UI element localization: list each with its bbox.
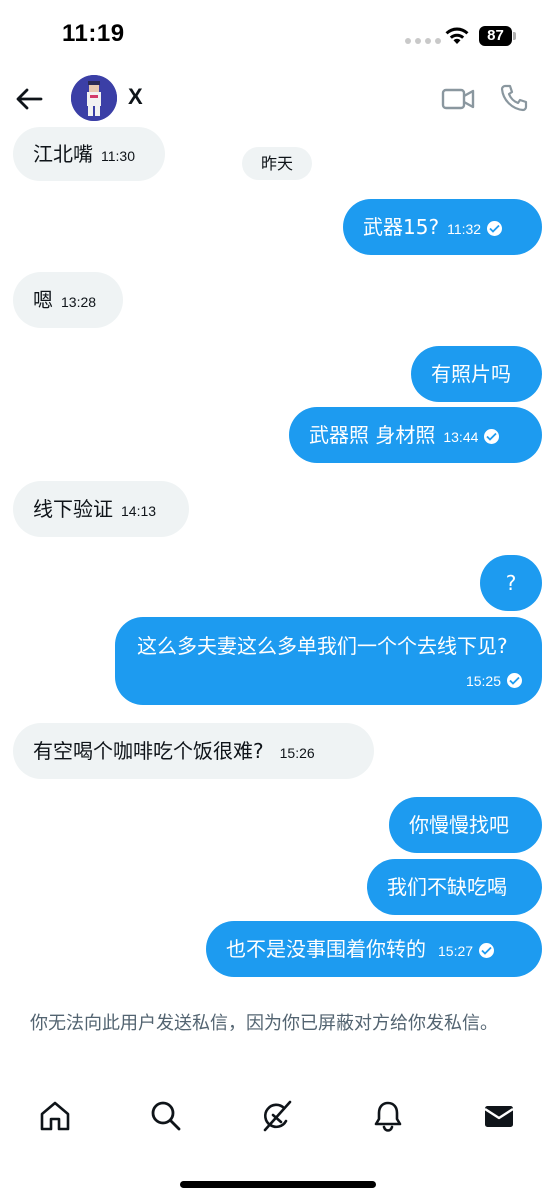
message-text: 江北嘴	[33, 142, 93, 166]
message-incoming[interactable]: 江北嘴 11:30	[13, 127, 165, 181]
phone-call-button[interactable]	[498, 82, 530, 114]
message-outgoing[interactable]: 有照片吗	[411, 346, 542, 402]
message-outgoing[interactable]: 我们不缺吃喝	[367, 859, 542, 915]
date-separator: 昨天	[242, 147, 312, 180]
message-time: 11:30	[101, 148, 135, 164]
nav-messages-button[interactable]	[481, 1098, 517, 1134]
message-text: 线下验证	[33, 497, 113, 521]
read-check-icon	[487, 221, 503, 236]
message-text: 嗯	[33, 288, 53, 312]
message-text: 这么多夫妻这么多单我们一个个去线下见?	[137, 634, 508, 658]
read-check-icon	[479, 943, 495, 958]
message-text: 有空喝个咖啡吃个饭很难?	[33, 739, 264, 763]
message-outgoing[interactable]: 这么多夫妻这么多单我们一个个去线下见? 15:25	[115, 617, 542, 705]
mail-icon	[484, 1106, 514, 1127]
message-text: 武器照 身材照	[309, 423, 436, 447]
message-time: 13:44	[443, 429, 479, 445]
cellular-signal-icon	[405, 38, 441, 44]
home-indicator[interactable]	[180, 1181, 376, 1188]
arrow-left-icon	[16, 88, 43, 110]
status-time: 11:19	[62, 20, 125, 47]
read-check-icon	[507, 673, 522, 688]
message-outgoing[interactable]: 武器照 身材照 13:44	[289, 407, 542, 463]
message-time: 11:32	[447, 221, 482, 237]
message-outgoing[interactable]: ?	[480, 555, 542, 611]
message-time: 15:27	[438, 943, 474, 959]
message-text: 有照片吗	[431, 362, 511, 386]
back-button[interactable]	[12, 82, 46, 116]
video-call-button[interactable]	[440, 84, 476, 114]
blocked-notice: 你无法向此用户发送私信，因为你已屏蔽对方给你发私信。	[30, 1013, 498, 1034]
message-time: 15:25	[465, 673, 501, 689]
message-text: ?	[505, 571, 517, 595]
message-text: 你慢慢找吧	[409, 813, 509, 837]
home-icon	[40, 1101, 70, 1131]
wifi-icon	[445, 27, 469, 44]
message-outgoing[interactable]: 也不是没事围着你转的 15:27	[206, 921, 542, 977]
message-outgoing[interactable]: 武器15? 11:32	[343, 199, 542, 255]
conversation-header: X	[0, 70, 555, 128]
read-check-icon	[484, 429, 500, 444]
phone-icon	[500, 84, 528, 112]
nav-notifications-button[interactable]	[370, 1098, 406, 1134]
message-text: 也不是没事围着你转的	[226, 937, 426, 961]
status-bar: 11:19 87	[0, 0, 555, 70]
grok-icon	[263, 1100, 292, 1132]
video-camera-icon	[441, 88, 475, 110]
message-text: 武器15?	[363, 215, 440, 239]
avatar-figure-icon	[71, 75, 117, 121]
message-time: 15:26	[279, 745, 315, 761]
bell-icon	[374, 1101, 402, 1132]
search-icon	[151, 1101, 181, 1131]
message-time: 13:28	[61, 294, 97, 310]
message-outgoing[interactable]: 你慢慢找吧	[389, 797, 542, 853]
bottom-nav	[0, 1092, 555, 1142]
message-incoming[interactable]: 有空喝个咖啡吃个饭很难? 15:26	[13, 723, 374, 779]
message-text: 我们不缺吃喝	[387, 875, 507, 899]
message-incoming[interactable]: 线下验证 14:13	[13, 481, 189, 537]
message-time: 14:13	[121, 503, 157, 519]
message-incoming[interactable]: 嗯 13:28	[13, 272, 123, 328]
nav-grok-button[interactable]	[259, 1098, 295, 1134]
battery-level: 87	[479, 26, 512, 46]
contact-name[interactable]: X	[128, 84, 143, 110]
nav-home-button[interactable]	[37, 1098, 73, 1134]
battery-icon: 87	[479, 26, 517, 46]
nav-search-button[interactable]	[148, 1098, 184, 1134]
avatar[interactable]	[71, 75, 117, 121]
